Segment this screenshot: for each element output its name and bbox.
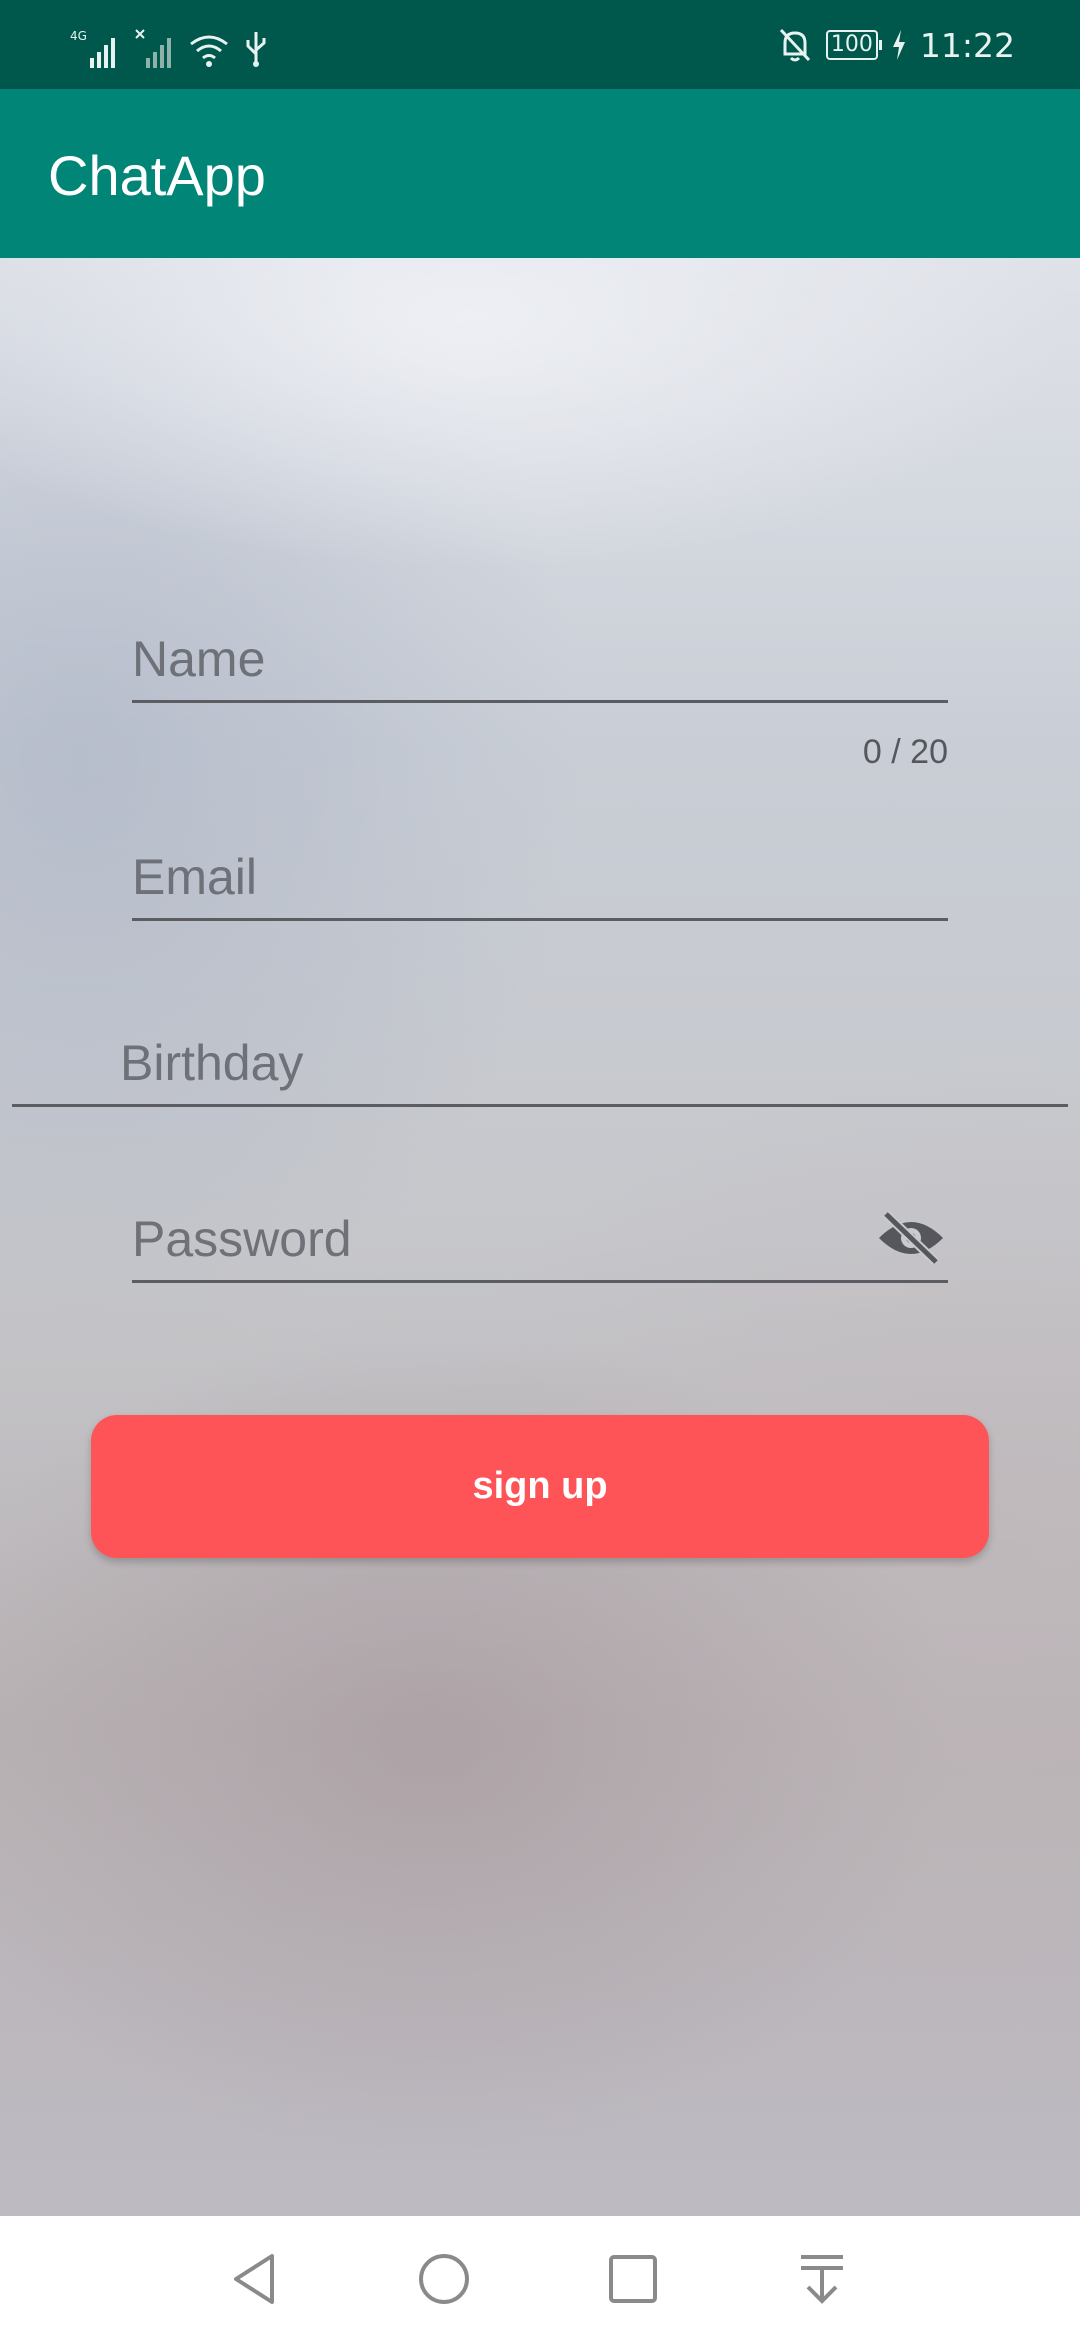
home-icon[interactable] [417,2252,471,2306]
status-left: 4G [70,24,268,68]
password-field[interactable]: Password [132,1190,948,1283]
signal-off-icon [135,29,171,68]
birthday-placeholder: Birthday [120,1035,304,1091]
signup-button-label: sign up [472,1465,608,1507]
status-bar: 4G 100 11:22 [0,0,1080,89]
name-character-counter: 0 / 20 [862,733,948,771]
back-icon[interactable] [228,2252,282,2306]
status-right: 100 11:22 [778,22,1015,68]
password-placeholder: Password [132,1211,352,1267]
wifi-icon [190,35,228,67]
app-bar: ChatApp [0,89,1080,258]
birthday-field[interactable]: Birthday [12,1014,1068,1107]
visibility-off-icon[interactable] [876,1210,946,1266]
usb-icon [246,32,266,67]
signup-button[interactable]: sign up [91,1415,989,1558]
notification-shade-icon[interactable] [795,2252,849,2306]
network-label: 4G [70,29,87,43]
system-nav-bar [0,2216,1080,2340]
email-field[interactable]: Email [132,828,948,921]
recents-icon[interactable] [606,2252,660,2306]
status-time: 11:22 [919,25,1015,65]
name-placeholder: Name [132,631,266,687]
app-title: ChatApp [48,144,266,207]
email-placeholder: Email [132,849,258,905]
battery-icon: 100 [825,30,882,60]
charging-icon [892,30,905,60]
name-field[interactable]: Name [132,610,948,703]
signal-icon: 4G [70,29,115,68]
bell-off-icon [779,28,810,62]
